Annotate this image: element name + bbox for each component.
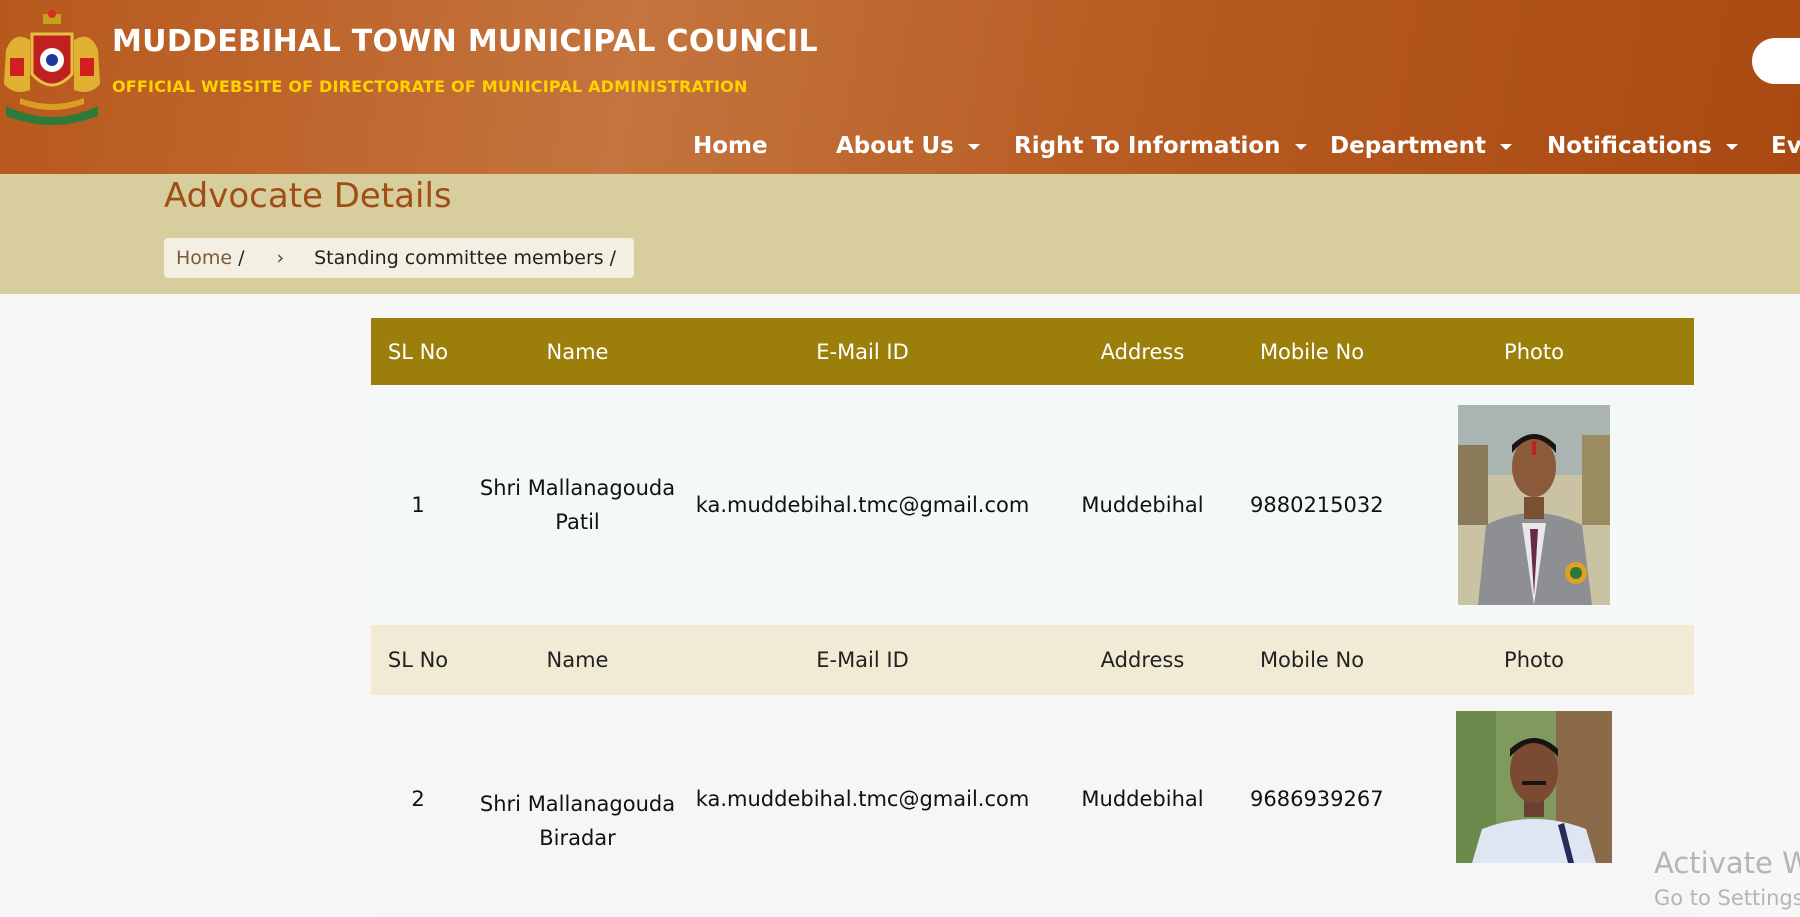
nav-item-label: Department: [1330, 133, 1486, 159]
nav-item-department[interactable]: Department: [1330, 126, 1512, 166]
table-row: 1 Shri Mallanagouda Patil ka.muddebihal.…: [371, 385, 1694, 625]
member-photo: [1456, 711, 1612, 863]
nav-item-label: Eve: [1771, 133, 1800, 159]
page-title: Advocate Details: [164, 176, 452, 216]
cell-mobile: 9686939267: [1250, 787, 1384, 811]
cell-mobile: 9880215032: [1250, 493, 1384, 517]
column-header-name: Name: [546, 339, 609, 364]
caret-down-icon: [1499, 143, 1512, 150]
cell-name: Shri Mallanagouda Biradar: [465, 787, 690, 855]
breadcrumb-home-link[interactable]: Home: [176, 247, 232, 269]
nav-item-events[interactable]: Eve: [1771, 126, 1800, 166]
column-header-address: Address: [1100, 648, 1185, 672]
cell-photo: [1374, 405, 1694, 605]
breadcrumb-current: Standing committee members: [314, 247, 604, 269]
table-row: 2 Shri Mallanagouda Biradar ka.muddebiha…: [371, 695, 1694, 917]
breadcrumb-separator: /: [609, 247, 617, 269]
column-header-address: Address: [1100, 339, 1185, 364]
nav-item-label: Right To Information: [1014, 133, 1281, 159]
nav-item-about-us[interactable]: About Us: [836, 126, 980, 166]
column-header-photo: Photo: [1504, 648, 1564, 672]
cell-email: ka.muddebihal.tmc@gmail.com: [695, 787, 1030, 811]
caret-down-icon: [1725, 143, 1738, 150]
nav-item-label: Notifications: [1547, 133, 1712, 159]
nav-item-label: About Us: [836, 133, 954, 159]
name-line: Patil: [555, 510, 600, 534]
column-header-email: E-Mail ID: [816, 648, 909, 672]
nav-item-home[interactable]: Home: [693, 126, 768, 166]
breadcrumb-separator: /: [238, 247, 245, 269]
karnataka-emblem-icon[interactable]: [0, 10, 104, 130]
column-header-sl-no: SL No: [387, 648, 449, 672]
column-header-mobile: Mobile No: [1259, 339, 1365, 364]
name-line: Shri Mallanagouda: [479, 792, 676, 816]
column-header-sl-no: SL No: [387, 339, 449, 364]
cell-sl-no: 1: [411, 493, 425, 517]
member-photo: [1458, 405, 1610, 605]
caret-down-icon: [1294, 143, 1307, 150]
activation-watermark-title: Activate W: [1654, 846, 1800, 880]
site-header: MUDDEBIHAL TOWN MUNICIPAL COUNCIL OFFICI…: [0, 0, 1800, 174]
activation-watermark-subtitle: Go to Settings: [1654, 886, 1800, 910]
name-line: Shri Mallanagouda: [479, 476, 676, 500]
cell-photo: [1374, 711, 1694, 863]
cell-sl-no: 2: [411, 787, 425, 811]
nav-item-notifications[interactable]: Notifications: [1547, 126, 1738, 166]
column-header-mobile: Mobile No: [1259, 648, 1365, 672]
nav-item-right-to-information[interactable]: Right To Information: [1014, 126, 1307, 166]
chevron-right-icon: ›: [276, 247, 285, 269]
table-header-row: SL No Name E-Mail ID Address Mobile No P…: [371, 318, 1694, 385]
site-subtitle: OFFICIAL WEBSITE OF DIRECTORATE OF MUNIC…: [112, 77, 748, 96]
column-header-photo: Photo: [1504, 339, 1564, 364]
table-header-row: SL No Name E-Mail ID Address Mobile No P…: [371, 625, 1694, 695]
cell-address: Muddebihal: [1081, 787, 1204, 811]
column-header-email: E-Mail ID: [816, 339, 909, 364]
nav-item-label: Home: [693, 133, 768, 159]
caret-down-icon: [967, 143, 980, 150]
column-header-name: Name: [546, 648, 609, 672]
site-title: MUDDEBIHAL TOWN MUNICIPAL COUNCIL: [112, 24, 818, 59]
search-input[interactable]: [1752, 38, 1800, 84]
page-title-band: Advocate Details Home / › Standing commi…: [0, 174, 1800, 294]
advocate-table: SL No Name E-Mail ID Address Mobile No P…: [371, 318, 1694, 917]
cell-name: Shri Mallanagouda Patil: [465, 471, 690, 539]
cell-address: Muddebihal: [1081, 493, 1204, 517]
breadcrumb: Home / › Standing committee members /: [164, 238, 635, 278]
name-line: Biradar: [539, 826, 616, 850]
cell-email: ka.muddebihal.tmc@gmail.com: [695, 493, 1030, 517]
